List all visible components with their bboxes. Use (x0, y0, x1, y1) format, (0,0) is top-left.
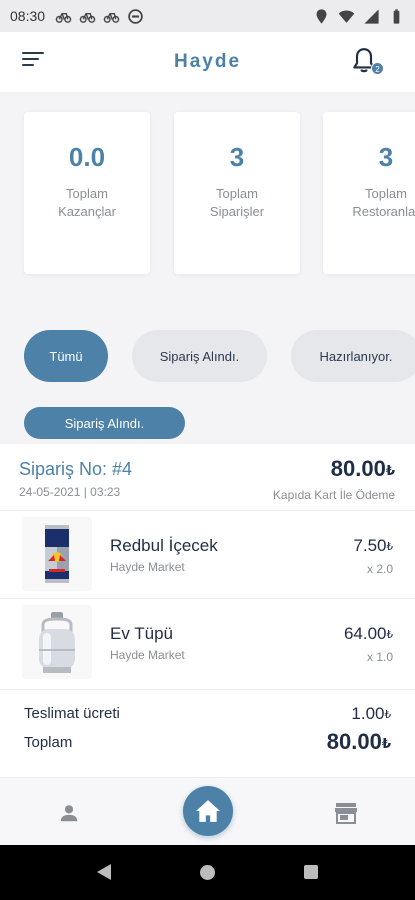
notification-badge: 2 (371, 62, 384, 75)
order-card[interactable]: Sipariş No: #4 24-05-2021 | 03:23 80.00₺… (0, 444, 415, 777)
payment-method: Kapıda Kart İle Ödeme (272, 488, 395, 502)
item-price: 64.00₺ (343, 624, 393, 643)
stat-label: Toplam Siparişler (209, 186, 265, 219)
profile-icon[interactable] (58, 802, 80, 824)
order-date: 24-05-2021 | 03:23 (19, 485, 121, 499)
filter-chips: Tümü Sipariş Alındı. Hazırlanıyor. (0, 302, 415, 412)
delivery-fee-value: 1.00₺ (351, 704, 391, 723)
stat-value: 3 (229, 142, 245, 172)
home-button[interactable] (183, 786, 233, 836)
bottom-navigation (0, 777, 415, 845)
item-store: Hayde Market (110, 560, 185, 574)
stat-label: Toplam Kazançlar (58, 186, 116, 219)
stat-card-earnings: 0.0 Toplam Kazançlar (24, 112, 150, 274)
order-total: 80.00₺ (330, 456, 395, 481)
location-icon (316, 8, 327, 24)
menu-icon[interactable] (22, 52, 44, 70)
filter-chip-received[interactable]: Sipariş Alındı. (132, 330, 267, 382)
wifi-icon (338, 9, 355, 23)
item-quantity: x 2.0 (366, 562, 393, 576)
item-price: 7.50₺ (353, 536, 393, 555)
total-value: 80.00₺ (326, 729, 391, 754)
app-title: Hayde (173, 51, 242, 72)
bike-icon (103, 12, 120, 23)
store-icon[interactable] (334, 802, 358, 824)
order-item: Ev Tüpü Hayde Market 64.00₺ x 1.0 (0, 598, 415, 686)
order-item: Redbul İçecek Hayde Market 7.50₺ x 2.0 (0, 510, 415, 598)
delivery-fee-label: Teslimat ücreti (24, 705, 120, 722)
back-icon[interactable] (96, 863, 112, 881)
energy-drink-can-icon (22, 517, 92, 591)
bike-icon (79, 12, 96, 23)
recent-apps-icon[interactable] (304, 865, 318, 879)
home-circle-icon[interactable] (200, 865, 215, 880)
stat-value: 0.0 (68, 142, 106, 172)
notification-bell-icon[interactable]: 2 (351, 47, 384, 77)
bike-icon (55, 12, 72, 23)
status-bar: 08:30 (0, 0, 415, 32)
total-label: Toplam (24, 734, 73, 751)
filter-chip-preparing[interactable]: Hazırlanıyor. (291, 330, 415, 382)
item-name: Redbul İçecek (110, 536, 218, 555)
order-summary: Teslimat ücreti 1.00₺ Toplam 80.00₺ (0, 689, 415, 777)
item-store: Hayde Market (110, 648, 185, 662)
stat-value: 3 (378, 142, 394, 172)
system-navigation-bar (0, 845, 415, 900)
item-name: Ev Tüpü (110, 624, 174, 643)
stat-card-orders: 3 Toplam Siparişler (174, 112, 300, 274)
stats-carousel[interactable]: 0.0 Toplam Kazançlar 3 Toplam Siparişler 3… (0, 92, 415, 302)
order-status-badge: Sipariş Alındı. (24, 407, 185, 439)
stat-label: Toplam Restoranlar (352, 186, 415, 219)
item-quantity: x 1.0 (366, 650, 393, 664)
order-header: Sipariş No: #4 24-05-2021 | 03:23 80.00₺… (0, 444, 415, 510)
signal-icon (364, 8, 379, 24)
status-time: 08:30 (10, 8, 46, 24)
dnd-icon (128, 8, 143, 24)
status-notification-icons (55, 8, 144, 25)
battery-icon (393, 8, 400, 24)
stat-card-restaurants: 3 Toplam Restoranlar (323, 112, 415, 274)
home-icon (196, 800, 220, 822)
order-number: Sipariş No: #4 (19, 459, 133, 479)
filter-chip-all[interactable]: Tümü (24, 330, 108, 382)
status-system-icons (313, 8, 405, 25)
gas-cylinder-icon (22, 605, 92, 679)
app-header: Hayde 2 (0, 32, 415, 92)
